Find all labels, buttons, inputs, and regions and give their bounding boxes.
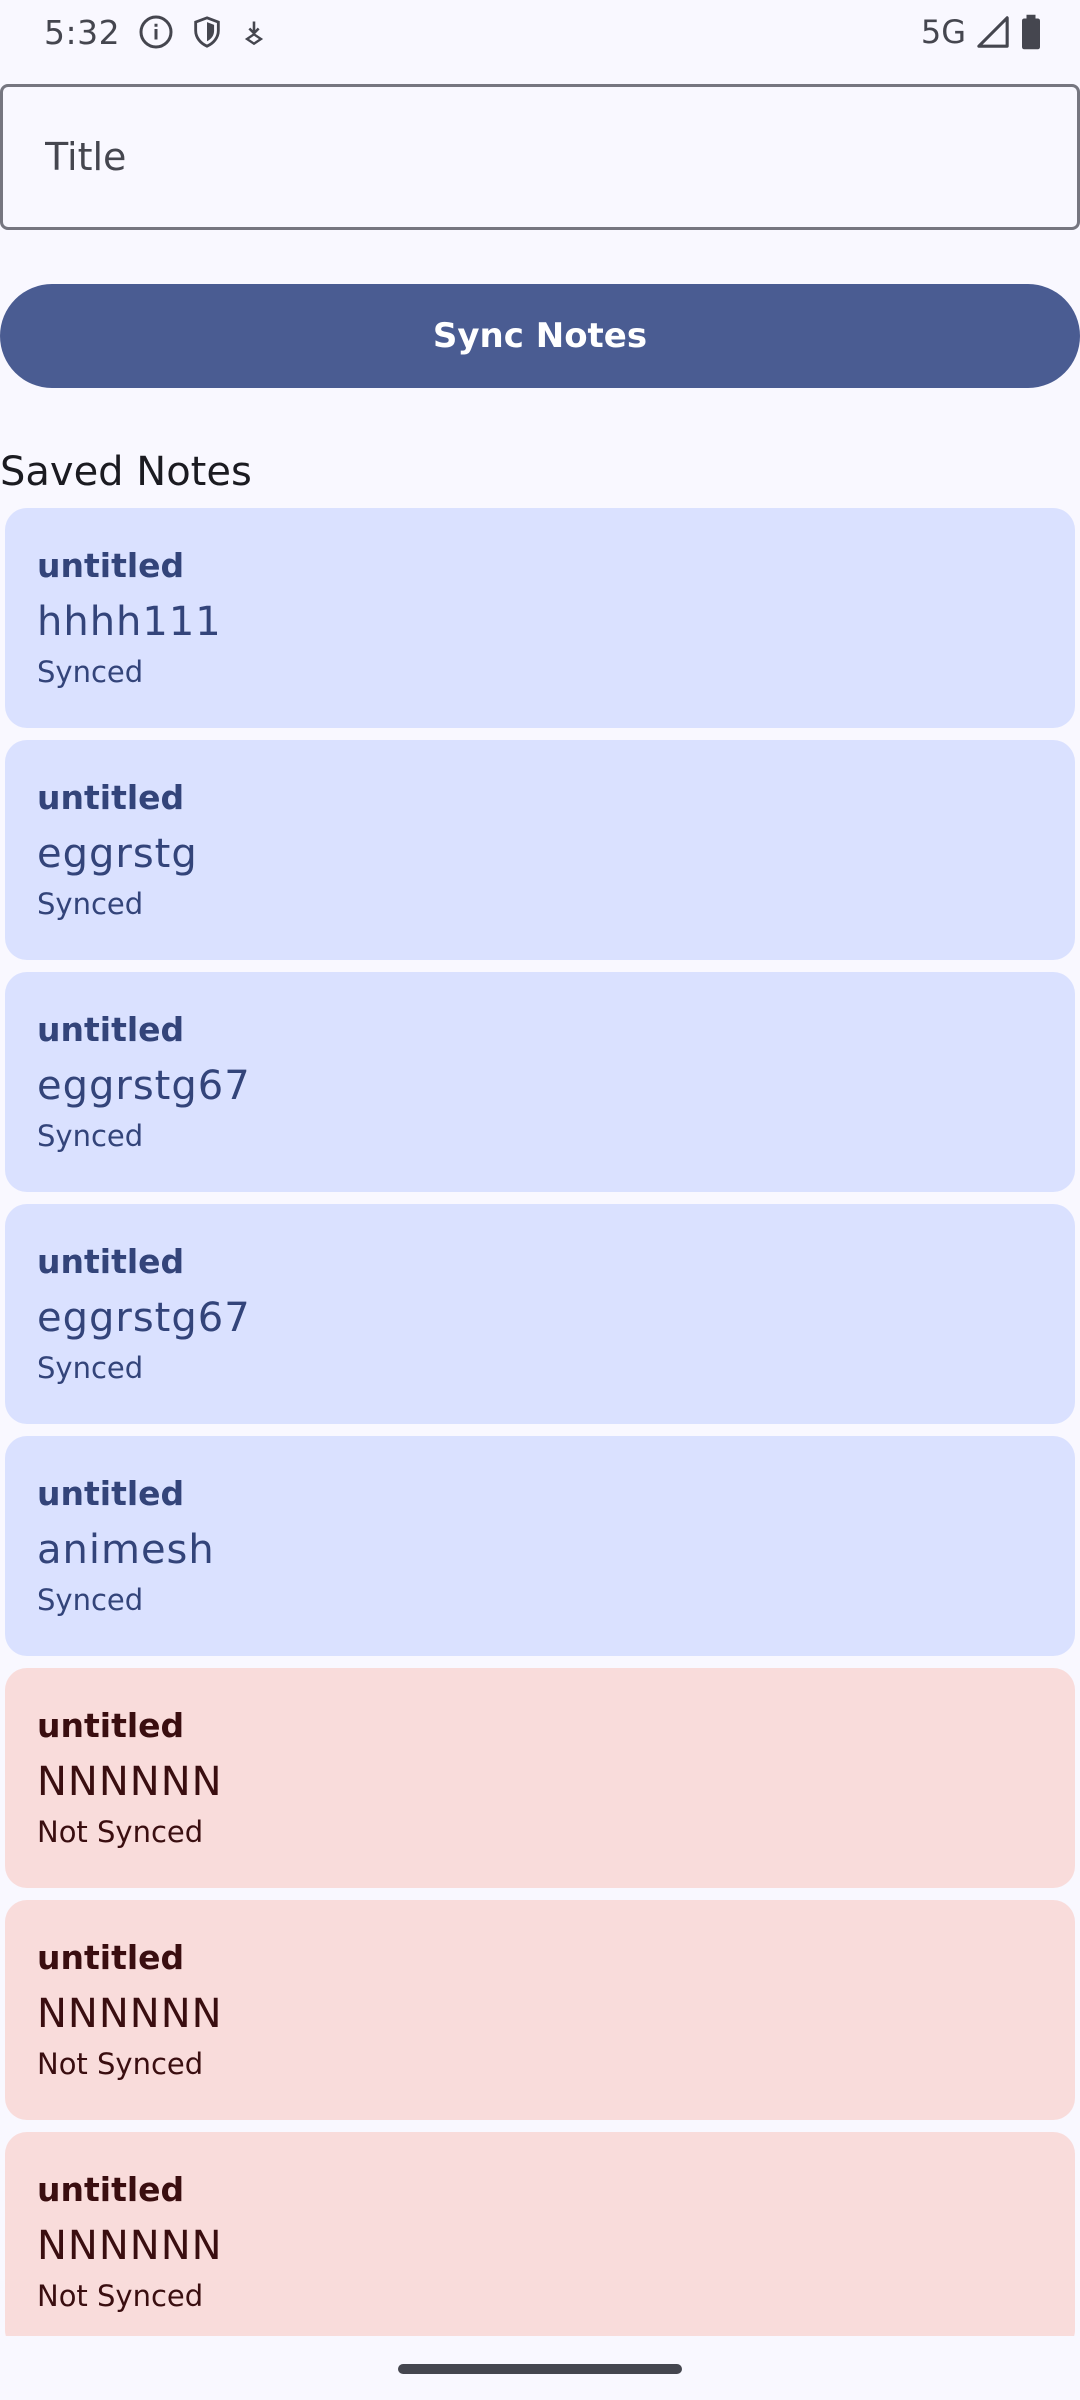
status-bar: 5:32 5G	[0, 0, 1080, 64]
status-bar-left: 5:32	[44, 13, 284, 52]
note-card[interactable]: untitled eggrstg67 Synced	[5, 972, 1075, 1192]
note-card[interactable]: untitled eggrstg Synced	[5, 740, 1075, 960]
note-body: animesh	[37, 1527, 215, 1573]
note-body: eggrstg67	[37, 1063, 251, 1109]
shield-icon	[190, 14, 224, 50]
note-title: untitled	[37, 2170, 185, 2209]
note-sync-status: Synced	[37, 1119, 144, 1153]
network-type: 5G	[920, 13, 966, 51]
note-sync-status: Not Synced	[37, 1815, 204, 1849]
status-bar-right: 5G	[921, 13, 1042, 51]
note-title: untitled	[37, 778, 185, 817]
note-card[interactable]: untitled NNNNNN Not Synced	[5, 1668, 1075, 1888]
note-title: untitled	[37, 546, 185, 585]
note-sync-status: Not Synced	[37, 2279, 204, 2313]
note-title: untitled	[37, 1706, 185, 1745]
note-card[interactable]: untitled eggrstg67 Synced	[5, 1204, 1075, 1424]
download-icon	[240, 16, 268, 48]
note-sync-status: Synced	[37, 1583, 144, 1617]
note-sync-status: Not Synced	[37, 2047, 204, 2081]
note-title: untitled	[37, 1242, 185, 1281]
note-sync-status: Synced	[37, 887, 144, 921]
status-time: 5:32	[44, 12, 121, 52]
note-body: NNNNNN	[37, 1991, 223, 2037]
note-title: untitled	[37, 1938, 185, 1977]
note-card[interactable]: untitled NNNNNN Not Synced	[5, 1900, 1075, 2120]
note-body: eggrstg	[37, 831, 198, 877]
info-icon	[138, 14, 174, 50]
sync-notes-button[interactable]: Sync Notes	[0, 284, 1080, 388]
note-sync-status: Synced	[37, 1351, 144, 1385]
home-indicator[interactable]	[398, 2364, 682, 2374]
title-input[interactable]	[43, 134, 1037, 180]
note-body: NNNNNN	[37, 2223, 223, 2269]
note-sync-status: Synced	[37, 655, 144, 689]
note-card[interactable]: untitled NNNNNN Not Synced	[5, 2132, 1075, 2336]
note-body: hhhh111	[37, 599, 222, 645]
note-title: untitled	[37, 1474, 185, 1513]
notes-list[interactable]: untitled hhhh111 Synced untitled eggrstg…	[0, 508, 1080, 2336]
note-body: eggrstg67	[37, 1295, 251, 1341]
note-card[interactable]: untitled animesh Synced	[5, 1436, 1075, 1656]
note-card[interactable]: untitled hhhh111 Synced	[5, 508, 1075, 728]
note-title: untitled	[37, 1010, 185, 1049]
title-input-field[interactable]	[0, 84, 1080, 230]
signal-icon	[976, 15, 1010, 49]
note-body: NNNNNN	[37, 1759, 223, 1805]
battery-icon	[1020, 14, 1042, 50]
saved-notes-heading: Saved Notes	[0, 449, 252, 495]
